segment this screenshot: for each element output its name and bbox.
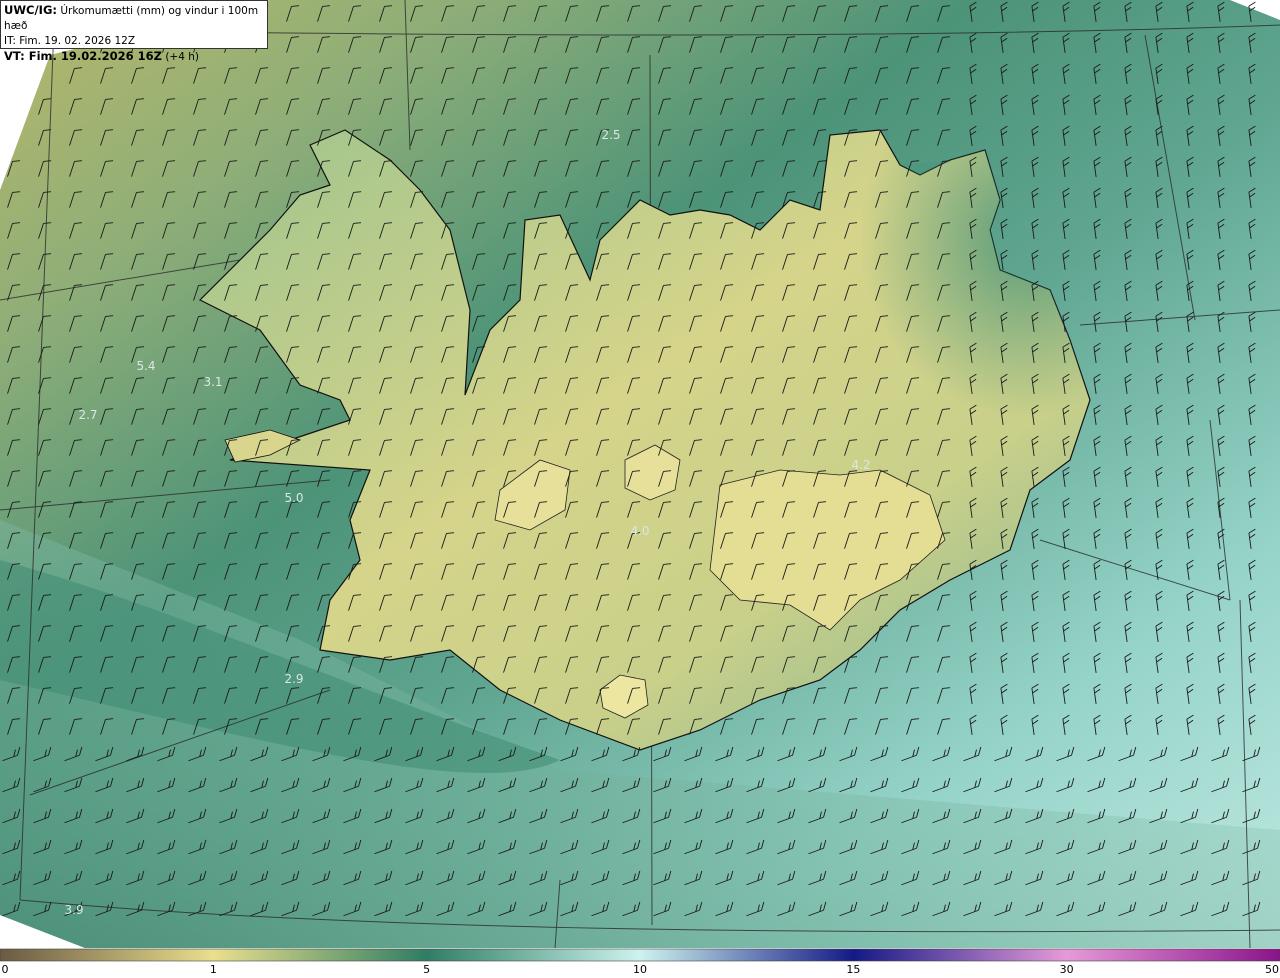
colorbar-tick-label: 15 xyxy=(846,963,861,976)
colorbar-tick-labels: 0 1 5 10 15 30 50 xyxy=(0,962,1280,978)
precip-value-label: 2.9 xyxy=(284,672,303,686)
init-time: IT: Fim. 19. 02. 2026 12Z xyxy=(4,35,136,47)
precip-value-label: 4.0 xyxy=(630,524,649,538)
colorbar-tick-label: 1 xyxy=(209,963,217,976)
forecast-map-view: 2.62.55.43.12.75.65.04.04.22.93.96.76.36… xyxy=(0,0,1280,978)
precip-value-label: 3.9 xyxy=(64,903,83,917)
precip-value-label: 2.7 xyxy=(78,408,97,422)
precip-value-label: 3.1 xyxy=(203,375,222,389)
colorbar-tick-label: 10 xyxy=(633,963,647,976)
precip-value-label: 4.2 xyxy=(851,458,870,472)
weather-map: 2.62.55.43.12.75.65.04.04.22.93.96.76.36… xyxy=(0,0,1280,962)
precip-value-label: 2.5 xyxy=(601,128,620,142)
colorbar-tick-label: 0 xyxy=(1,963,9,976)
precip-value-label: 5.4 xyxy=(136,359,155,373)
colorbar-tick-label: 50 xyxy=(1265,963,1279,976)
colorbar xyxy=(0,948,1280,962)
precip-value-label: 5.0 xyxy=(284,491,303,505)
colorbar-tick-label: 5 xyxy=(423,963,431,976)
valid-time: VT: Fim. 19.02.2026 16Z xyxy=(4,49,162,63)
lead-time: (+4 h) xyxy=(165,51,199,63)
map-title-box: UWC/IG: Úrkomumætti (mm) og vindur i 100… xyxy=(0,0,268,63)
colorbar-tick-label: 30 xyxy=(1059,963,1074,976)
product-name: UWC/IG: xyxy=(4,3,57,17)
